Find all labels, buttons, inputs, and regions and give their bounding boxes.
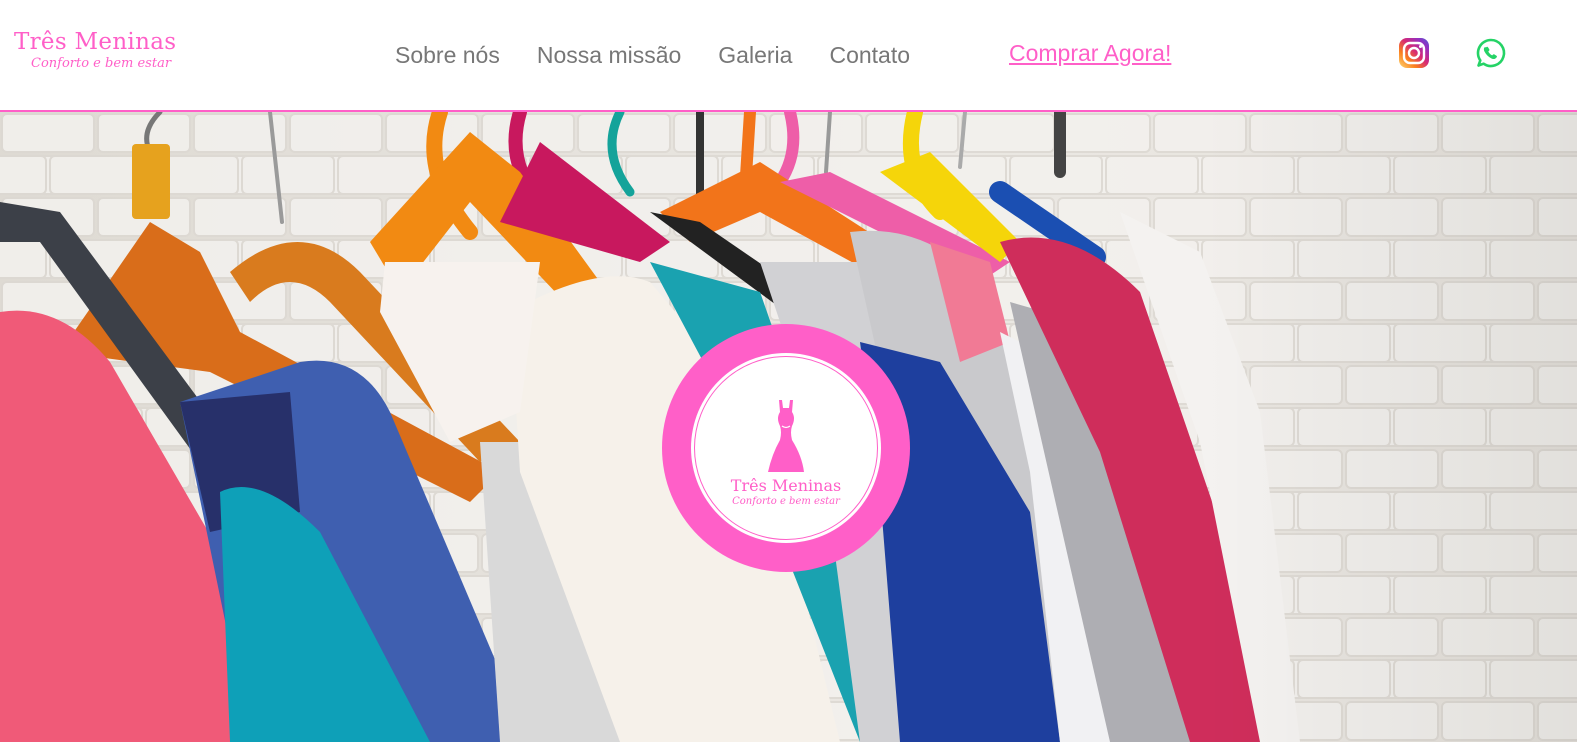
nav-link-nossa-missao[interactable]: Nossa missão [537,42,681,69]
instagram-icon[interactable] [1398,37,1430,69]
nav-link-sobre-nos[interactable]: Sobre nós [395,42,500,69]
main-nav: Sobre nós Nossa missão Galeria Contato [395,40,947,70]
hero-section: Três Meninas Conforto e bem estar [0,112,1577,742]
nav-link-galeria[interactable]: Galeria [718,42,792,69]
whatsapp-icon[interactable] [1475,37,1507,69]
brand-name: Três Meninas [14,29,177,55]
brand-badge: Três Meninas Conforto e bem estar [662,324,910,572]
badge-title: Três Meninas [730,476,842,495]
dress-icon [768,400,804,472]
brand-logo[interactable]: Três Meninas Conforto e bem estar [14,28,184,78]
nav-link-contato[interactable]: Contato [829,42,910,69]
brand-tagline: Conforto e bem estar [31,56,172,71]
site-header: Três Meninas Conforto e bem estar Sobre … [0,0,1577,112]
buy-now-link[interactable]: Comprar Agora! [1009,40,1171,67]
badge-tagline: Conforto e bem estar [732,496,840,507]
